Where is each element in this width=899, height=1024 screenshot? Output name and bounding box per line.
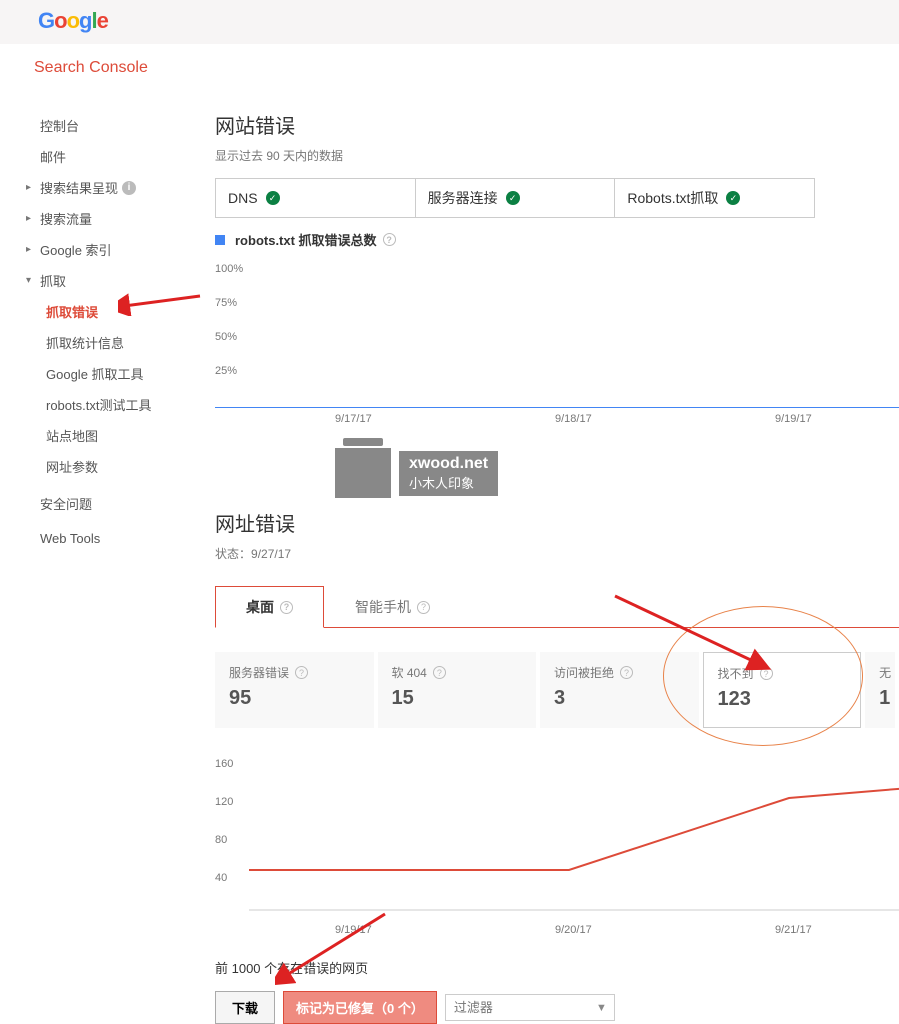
tab-desktop[interactable]: 桌面?: [215, 586, 324, 628]
download-button[interactable]: 下载: [215, 991, 275, 1024]
sidebar-item-security[interactable]: 安全问题: [26, 488, 205, 519]
sidebar-item-search-traffic[interactable]: ▸搜索流量: [26, 203, 205, 234]
sidebar-item-url-params[interactable]: 网址参数: [26, 451, 205, 482]
card-other[interactable]: 无 1: [865, 652, 895, 728]
sidebar-item-google-index[interactable]: ▸Google 索引: [26, 234, 205, 265]
check-icon: ✓: [726, 191, 740, 205]
sidebar-item-robots-tester[interactable]: robots.txt测试工具: [26, 389, 205, 420]
platform-tabs: 桌面? 智能手机?: [215, 586, 899, 628]
console-bar: Search Console: [0, 44, 899, 92]
chevron-down-icon: ▾: [26, 275, 36, 286]
header-bar: Google: [0, 0, 899, 44]
error-cards: 服务器错误? 95 软 404? 15 访问被拒绝? 3 找不到? 123 无 …: [215, 652, 899, 728]
arrow-annotation-icon: [275, 908, 395, 988]
site-errors-subtitle: 显示过去 90 天内的数据: [215, 147, 899, 164]
site-errors-title: 网站错误: [215, 110, 899, 139]
console-title[interactable]: Search Console: [34, 59, 148, 76]
sidebar-item-search-appearance[interactable]: ▸搜索结果呈现i: [26, 172, 205, 203]
chevron-right-icon: ▸: [26, 213, 36, 224]
mark-fixed-button[interactable]: 标记为已修复（0 个）: [283, 991, 437, 1024]
main-content: 网站错误 显示过去 90 天内的数据 DNS✓ 服务器连接✓ Robots.tx…: [205, 92, 899, 1024]
chevron-right-icon: ▸: [26, 182, 36, 193]
chart1-legend: robots.txt 抓取错误总数 ?: [215, 230, 899, 249]
help-icon: ?: [383, 233, 396, 246]
robots-errors-chart: 100% 75% 50% 25% 9/17/17 9/18/17 9/19/17: [215, 263, 899, 408]
info-icon: i: [122, 181, 136, 195]
sidebar-item-mail[interactable]: 邮件: [26, 141, 205, 172]
site-error-tabs: DNS✓ 服务器连接✓ Robots.txt抓取✓: [215, 178, 815, 218]
card-server-error[interactable]: 服务器错误? 95: [215, 652, 374, 728]
tab-robots-fetch[interactable]: Robots.txt抓取✓: [615, 179, 814, 217]
not-found-chart: 160 120 80 40 9/19/17 9/20/17 9/21/17: [215, 758, 899, 918]
filter-input[interactable]: [445, 994, 615, 1021]
help-icon: ?: [295, 666, 308, 679]
sidebar-item-fetch-as-google[interactable]: Google 抓取工具: [26, 358, 205, 389]
card-soft-404[interactable]: 软 404? 15: [378, 652, 537, 728]
sidebar: 控制台 邮件 ▸搜索结果呈现i ▸搜索流量 ▸Google 索引 ▾抓取 抓取错…: [0, 92, 205, 1024]
footer-area: 前 1000 个存在错误的网页 下载 标记为已修复（0 个） ▼: [215, 958, 899, 1024]
help-icon: ?: [433, 666, 446, 679]
sidebar-item-dashboard[interactable]: 控制台: [26, 110, 205, 141]
check-icon: ✓: [506, 191, 520, 205]
line-chart-svg: [249, 758, 899, 918]
tab-dns[interactable]: DNS✓: [216, 179, 416, 217]
check-icon: ✓: [266, 191, 280, 205]
sidebar-item-sitemaps[interactable]: 站点地图: [26, 420, 205, 451]
sidebar-item-crawl-stats[interactable]: 抓取统计信息: [26, 327, 205, 358]
sidebar-item-web-tools[interactable]: Web Tools: [26, 525, 205, 552]
google-logo: Google: [38, 8, 108, 33]
arrow-annotation-icon: [605, 590, 785, 680]
tab-smartphone[interactable]: 智能手机?: [324, 586, 461, 627]
sidebar-item-crawl-errors[interactable]: 抓取错误: [26, 296, 205, 327]
help-icon: ?: [280, 601, 293, 614]
chevron-right-icon: ▸: [26, 244, 36, 255]
help-icon: ?: [417, 601, 430, 614]
tab-server-connectivity[interactable]: 服务器连接✓: [416, 179, 616, 217]
legend-square-icon: [215, 235, 225, 245]
status-line: 状态：9/27/17: [215, 545, 899, 562]
watermark: xwood.net 小木人印象: [335, 448, 899, 498]
arrow-annotation-icon: [118, 292, 204, 316]
robot-icon: [335, 448, 391, 498]
url-errors-title: 网址错误: [215, 508, 899, 537]
